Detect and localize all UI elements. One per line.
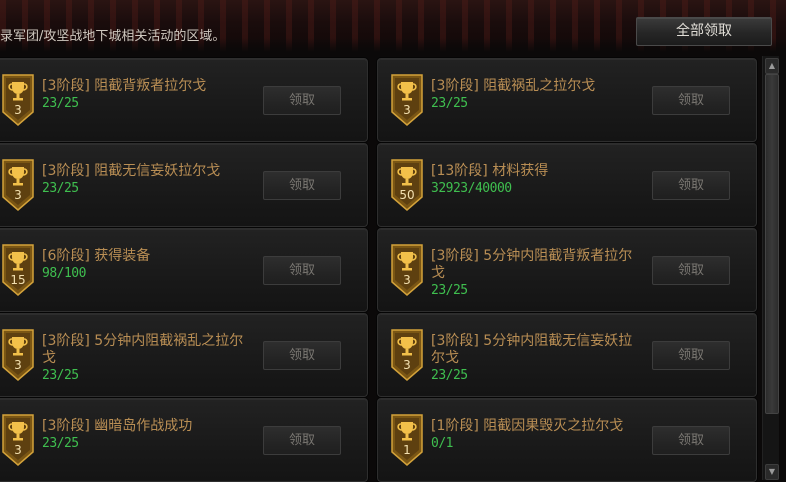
achievement-card: 15 [6阶段] 获得装备 98/100 领取 [0, 228, 368, 312]
achievement-progress: 98/100 [42, 266, 86, 281]
trophy-badge: 3 [391, 244, 423, 296]
claim-button[interactable]: 领取 [652, 256, 730, 285]
achievement-text: [3阶段] 5分钟内阻截祸乱之拉尔戈 23/25 [42, 333, 252, 384]
claim-button[interactable]: 领取 [652, 86, 730, 115]
trophy-icon [2, 74, 34, 126]
badge-level: 3 [14, 103, 22, 117]
achievement-title: [1阶段] 阻截因果毁灭之拉尔戈 [431, 418, 624, 434]
badge-level: 3 [14, 358, 22, 372]
achievement-progress: 23/25 [431, 96, 468, 111]
achievement-progress: 23/25 [42, 368, 79, 383]
scroll-up-arrow-icon[interactable]: ▲ [765, 58, 779, 74]
scroll-down-arrow-icon[interactable]: ▼ [765, 464, 779, 480]
badge-level: 3 [14, 443, 22, 457]
achievement-progress: 23/25 [431, 368, 468, 383]
achievement-title: [3阶段] 阻截祸乱之拉尔戈 [431, 78, 596, 94]
achievement-progress: 23/25 [431, 283, 468, 298]
claim-button[interactable]: 领取 [263, 426, 341, 455]
achievement-text: [3阶段] 阻截祸乱之拉尔戈 23/25 [431, 78, 641, 112]
achievement-card: 3 [3阶段] 幽暗岛作战成功 23/25 领取 [0, 398, 368, 482]
claim-all-button[interactable]: 全部领取 [636, 17, 772, 46]
trophy-badge: 50 [391, 159, 423, 211]
scrollbar-thumb[interactable] [765, 74, 779, 414]
achievement-title: [3阶段] 5分钟内阻截祸乱之拉尔戈 [42, 333, 244, 366]
achievement-title: [3阶段] 阻截背叛者拉尔戈 [42, 78, 207, 94]
trophy-icon [391, 414, 423, 466]
achievement-title: [6阶段] 获得装备 [42, 248, 151, 264]
badge-level: 3 [403, 103, 411, 117]
achievement-progress: 23/25 [42, 436, 79, 451]
claim-button[interactable]: 领取 [263, 341, 341, 370]
trophy-badge: 3 [391, 329, 423, 381]
trophy-icon [391, 329, 423, 381]
badge-level: 15 [10, 273, 26, 287]
trophy-badge: 3 [2, 414, 34, 466]
achievement-card: 1 [1阶段] 阻截因果毁灭之拉尔戈 0/1 领取 [377, 398, 757, 482]
achievement-text: [3阶段] 5分钟内阻截无信妄妖拉尔戈 23/25 [431, 333, 641, 384]
scrollbar[interactable]: ▲ ▼ [762, 56, 779, 480]
achievement-text: [13阶段] 材料获得 32923/40000 [431, 163, 641, 197]
trophy-icon [391, 159, 423, 211]
achievement-card: 50 [13阶段] 材料获得 32923/40000 领取 [377, 143, 757, 227]
claim-button[interactable]: 领取 [263, 171, 341, 200]
achievement-text: [3阶段] 幽暗岛作战成功 23/25 [42, 418, 252, 452]
trophy-icon [2, 244, 34, 296]
badge-level: 1 [403, 443, 411, 457]
badge-level: 3 [14, 188, 22, 202]
achievement-progress: 0/1 [431, 436, 453, 451]
claim-button[interactable]: 领取 [263, 86, 341, 115]
achievement-text: [3阶段] 阻截背叛者拉尔戈 23/25 [42, 78, 252, 112]
achievement-grid: 3 [3阶段] 阻截背叛者拉尔戈 23/25 领取 3 [3阶段] 阻截祸乱之拉… [0, 58, 758, 482]
trophy-icon [2, 329, 34, 381]
trophy-badge: 3 [2, 159, 34, 211]
claim-button[interactable]: 领取 [652, 171, 730, 200]
trophy-badge: 3 [2, 74, 34, 126]
achievement-title: [3阶段] 阻截无信妄妖拉尔戈 [42, 163, 221, 179]
achievement-progress: 32923/40000 [431, 181, 512, 196]
achievement-title: [13阶段] 材料获得 [431, 163, 549, 179]
achievement-progress: 23/25 [42, 96, 79, 111]
trophy-badge: 3 [2, 329, 34, 381]
claim-button[interactable]: 领取 [652, 341, 730, 370]
achievement-progress: 23/25 [42, 181, 79, 196]
achievement-title: [3阶段] 幽暗岛作战成功 [42, 418, 193, 434]
badge-level: 3 [403, 273, 411, 287]
achievement-title: [3阶段] 5分钟内阻截无信妄妖拉尔戈 [431, 333, 633, 366]
trophy-badge: 1 [391, 414, 423, 466]
claim-button[interactable]: 领取 [652, 426, 730, 455]
achievement-title: [3阶段] 5分钟内阻截背叛者拉尔戈 [431, 248, 633, 281]
description-text: 录军团/攻坚战地下城相关活动的区域。 [0, 29, 226, 44]
achievement-card: 3 [3阶段] 阻截无信妄妖拉尔戈 23/25 领取 [0, 143, 368, 227]
achievement-card: 3 [3阶段] 5分钟内阻截无信妄妖拉尔戈 23/25 领取 [377, 313, 757, 397]
trophy-icon [2, 159, 34, 211]
badge-level: 50 [399, 188, 415, 202]
claim-button[interactable]: 领取 [263, 256, 341, 285]
achievement-text: [3阶段] 5分钟内阻截背叛者拉尔戈 23/25 [431, 248, 641, 299]
trophy-icon [391, 244, 423, 296]
badge-level: 3 [403, 358, 411, 372]
trophy-badge: 3 [391, 74, 423, 126]
achievement-card: 3 [3阶段] 5分钟内阻截祸乱之拉尔戈 23/25 领取 [0, 313, 368, 397]
achievement-text: [1阶段] 阻截因果毁灭之拉尔戈 0/1 [431, 418, 641, 452]
achievement-card: 3 [3阶段] 阻截祸乱之拉尔戈 23/25 领取 [377, 58, 757, 142]
achievement-text: [3阶段] 阻截无信妄妖拉尔戈 23/25 [42, 163, 252, 197]
trophy-badge: 15 [2, 244, 34, 296]
trophy-icon [2, 414, 34, 466]
trophy-icon [391, 74, 423, 126]
achievement-text: [6阶段] 获得装备 98/100 [42, 248, 252, 282]
achievement-card: 3 [3阶段] 阻截背叛者拉尔戈 23/25 领取 [0, 58, 368, 142]
achievement-card: 3 [3阶段] 5分钟内阻截背叛者拉尔戈 23/25 领取 [377, 228, 757, 312]
